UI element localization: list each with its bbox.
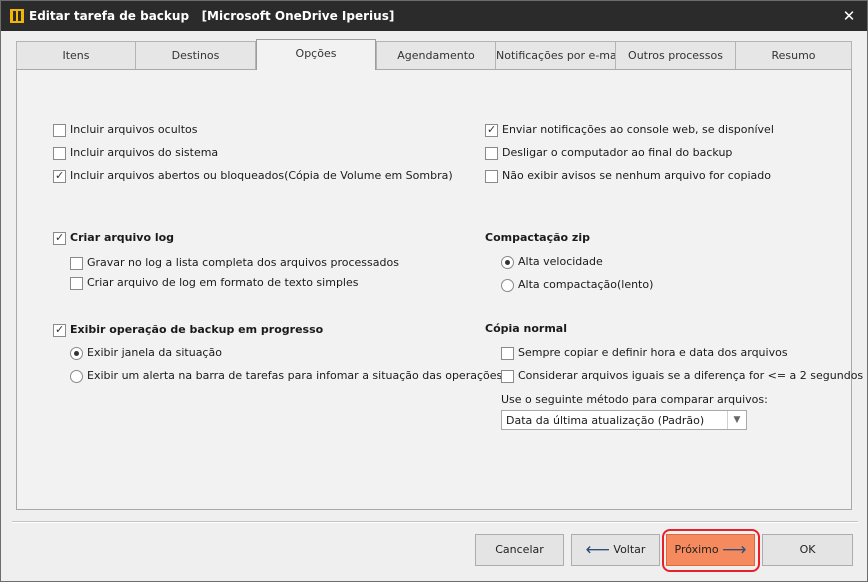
radio-button[interactable]: [70, 370, 83, 383]
next-button-highlight: [662, 529, 760, 572]
option-label: Não exibir avisos se nenhum arquivo for …: [502, 169, 771, 182]
checkbox[interactable]: ✓: [70, 277, 83, 290]
radio-button[interactable]: [501, 279, 514, 292]
option-label: Exibir operação de backup em progresso: [70, 323, 324, 336]
option-label: Incluir arquivos do sistema: [70, 146, 219, 159]
option-label: Desligar o computador ao final do backup: [502, 146, 733, 159]
tab-destinos[interactable]: Destinos: [135, 41, 256, 69]
option-label: Gravar no log a lista completa dos arqui…: [87, 256, 399, 269]
cancel-label: Cancelar: [495, 543, 544, 556]
checkbox[interactable]: ✓: [53, 147, 66, 160]
option-label: Exibir um alerta na barra de tarefas par…: [87, 369, 503, 382]
compare-method-value: Data da última atualização (Padrão): [506, 414, 705, 427]
checkbox[interactable]: ✓: [485, 123, 498, 137]
iperius-app-icon: [10, 9, 24, 23]
tab-itens[interactable]: Itens: [16, 41, 136, 69]
tab-resumo[interactable]: Resumo: [735, 41, 852, 69]
checkbox[interactable]: ✓: [70, 257, 83, 270]
backup-task-window: Editar tarefa de backup [Microsoft OneDr…: [0, 0, 868, 582]
radio-button[interactable]: [501, 256, 514, 269]
option-label: Considerar arquivos iguais se a diferenç…: [518, 369, 864, 382]
checkbox[interactable]: ✓: [501, 347, 514, 360]
back-label: Voltar: [613, 543, 646, 556]
tab-outros-processos[interactable]: Outros processos: [615, 41, 736, 69]
tab-opcoes[interactable]: Opções: [256, 39, 376, 70]
back-button[interactable]: ⟵ Voltar: [571, 534, 660, 566]
title-bar[interactable]: Editar tarefa de backup [Microsoft OneDr…: [1, 1, 867, 31]
option-label: Criar arquivo log: [70, 231, 175, 244]
checkbox[interactable]: ✓: [53, 124, 66, 137]
radio-dot-icon: [505, 260, 510, 265]
window-title: Editar tarefa de backup [Microsoft OneDr…: [29, 9, 395, 23]
radio-button[interactable]: [70, 347, 83, 360]
ok-label: OK: [799, 543, 816, 556]
footer-divider: [12, 521, 858, 523]
check-icon: ✓: [487, 123, 497, 136]
radio-dot-icon: [74, 351, 79, 356]
tab-notificacoes-email[interactable]: Notificações por e-mail: [495, 41, 616, 69]
checkbox[interactable]: ✓: [485, 147, 498, 160]
check-icon: ✓: [55, 169, 65, 182]
checkbox[interactable]: ✓: [501, 370, 514, 383]
chevron-down-icon[interactable]: ▼: [727, 411, 746, 429]
compare-method-label: Use o seguinte método para comparar arqu…: [501, 393, 768, 406]
cancel-button[interactable]: Cancelar: [475, 534, 564, 566]
checkbox[interactable]: ✓: [53, 169, 66, 183]
ok-button[interactable]: OK: [762, 534, 853, 566]
option-label: Alta compactação(lento): [518, 278, 654, 291]
option-label: Alta velocidade: [518, 255, 603, 268]
close-icon[interactable]: ✕: [839, 6, 859, 26]
option-label: Incluir arquivos abertos ou bloqueados(C…: [70, 169, 453, 182]
option-label: Incluir arquivos ocultos: [70, 123, 198, 136]
checkbox[interactable]: ✓: [53, 231, 66, 245]
copy-section-title: Cópia normal: [485, 322, 567, 335]
option-label: Enviar notificações ao console web, se d…: [502, 123, 774, 136]
checkbox[interactable]: ✓: [485, 170, 498, 183]
option-label: Exibir janela da situação: [87, 346, 222, 359]
option-label: Criar arquivo de log em formato de texto…: [87, 276, 359, 289]
compare-method-select[interactable]: Data da última atualização (Padrão) ▼: [501, 410, 747, 430]
check-icon: ✓: [55, 323, 65, 336]
arrow-left-icon: ⟵: [585, 540, 610, 560]
check-icon: ✓: [55, 231, 65, 244]
tab-agendamento[interactable]: Agendamento: [376, 41, 496, 69]
zip-section-title: Compactação zip: [485, 231, 590, 244]
option-label: Sempre copiar e definir hora e data dos …: [518, 346, 788, 359]
checkbox[interactable]: ✓: [53, 323, 66, 337]
